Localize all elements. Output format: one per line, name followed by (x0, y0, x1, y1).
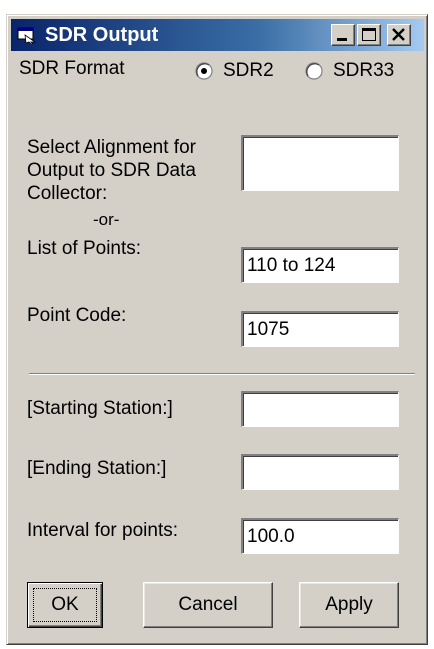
alignment-list-input[interactable] (241, 135, 399, 191)
ending-station-label: [Ending Station:] (27, 458, 167, 479)
alignment-label-line1: Select Alignment for (27, 137, 196, 158)
point-code-label: Point Code: (27, 305, 127, 326)
title-bar[interactable]: SDR Output (11, 19, 424, 51)
radio-sdr33-label[interactable]: SDR33 (333, 60, 394, 82)
close-icon (392, 28, 405, 41)
apply-button-label: Apply (325, 594, 373, 615)
section-divider (29, 373, 415, 375)
radio-sdr33[interactable] (305, 62, 323, 80)
ok-button[interactable]: OK (27, 582, 103, 628)
starting-station-input[interactable] (241, 391, 399, 427)
cancel-button-label: Cancel (178, 594, 238, 615)
radio-sdr2-label[interactable]: SDR2 (223, 60, 274, 82)
interval-input[interactable]: 100.0 (241, 518, 399, 554)
minimize-button[interactable] (331, 24, 355, 46)
sdr-format-label: SDR Format (19, 58, 125, 79)
list-of-points-label: List of Points: (27, 238, 142, 259)
maximize-button[interactable] (357, 24, 381, 46)
app-window-icon[interactable] (17, 26, 37, 45)
close-button[interactable] (387, 24, 411, 46)
focus-rectangle (33, 588, 97, 622)
sdr-output-window: SDR Output SDR Format SDR2 SDR33 Select … (6, 14, 428, 645)
interval-label: Interval for points: (27, 520, 179, 541)
maximize-icon (362, 28, 376, 41)
radio-sdr2[interactable] (195, 62, 213, 80)
ending-station-input[interactable] (241, 454, 399, 490)
point-code-input[interactable]: 1075 (241, 311, 399, 347)
cancel-button[interactable]: Cancel (143, 582, 273, 628)
window-title: SDR Output (45, 24, 159, 46)
alignment-label-line2: Output to SDR Data (27, 160, 196, 181)
apply-button[interactable]: Apply (299, 582, 399, 628)
starting-station-label: [Starting Station:] (27, 398, 173, 419)
alignment-label-line3: Collector: (27, 183, 108, 204)
minimize-icon (337, 38, 347, 41)
list-of-points-input[interactable]: 110 to 124 (241, 247, 399, 283)
or-label: -or- (93, 210, 120, 229)
